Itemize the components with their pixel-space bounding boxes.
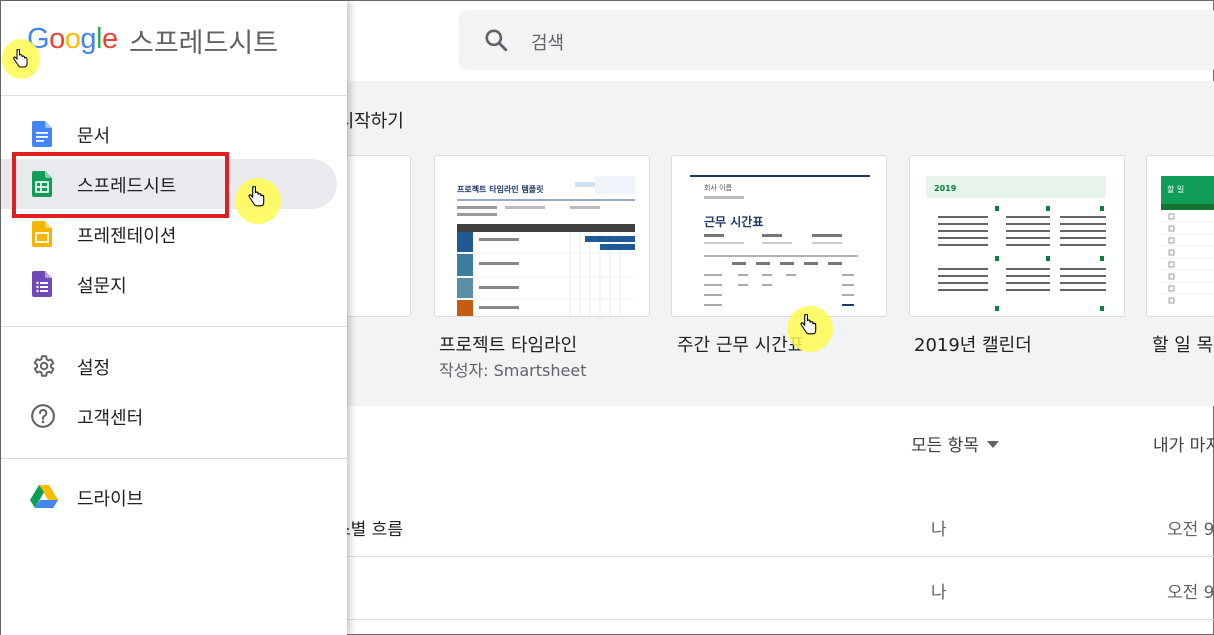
search-input[interactable]: 검색: [531, 29, 564, 55]
calendar-preview: 2019: [926, 176, 1106, 311]
app-drawer: Google 스프레드시트 문서 스프레드시트 프레젠테이션 설문지 설정 고객…: [1, 1, 347, 635]
drawer-item-forms[interactable]: 설문지: [1, 259, 337, 309]
template-card-todo[interactable]: 할 일: [1146, 155, 1214, 317]
search-icon: [485, 29, 508, 52]
hand-cursor-icon: [13, 49, 28, 68]
template-card-weekly-timesheet[interactable]: 회사 이름 근무 시간표: [671, 155, 887, 317]
search-bar[interactable]: 검색: [459, 10, 1214, 70]
cursor-highlight: [2, 39, 40, 79]
cursor-highlight: [235, 178, 281, 224]
drawer-item-label: 고객센터: [77, 408, 144, 429]
hand-cursor-icon: [800, 314, 817, 335]
template-card-project-timeline[interactable]: 프로젝트 타임라인 템플릿: [434, 155, 650, 317]
owner-filter-dropdown[interactable]: 모든 항목: [911, 431, 999, 456]
slides-icon: [32, 221, 52, 247]
drawer-item-label: 설정: [77, 358, 111, 379]
drive-icon: [30, 485, 58, 508]
docs-icon: [32, 121, 52, 147]
highlight-annotation: [12, 152, 229, 218]
drawer-item-help[interactable]: 고객센터: [1, 391, 337, 441]
forms-icon: [32, 271, 52, 297]
help-icon: [31, 404, 55, 428]
svg-text:회사 이름: 회사 이름: [704, 183, 733, 192]
caret-down-icon: [986, 441, 999, 448]
svg-text:2019: 2019: [934, 184, 957, 193]
svg-text:근무 시간표: 근무 시간표: [704, 214, 763, 229]
drawer-item-label: 드라이브: [77, 489, 144, 510]
template-author: 작성자: Smartsheet: [439, 361, 587, 380]
svg-text:프로젝트 타임라인 템플릿: 프로젝트 타임라인 템플릿: [457, 184, 544, 194]
drawer-item-label: 문서: [77, 126, 111, 147]
svg-text:할 일: 할 일: [1167, 184, 1184, 194]
hand-cursor-icon: [248, 186, 265, 207]
template-name: 할 일 목: [1152, 335, 1214, 356]
drawer-item-drive[interactable]: 드라이브: [1, 472, 337, 522]
template-name: 프로젝트 타임라인: [439, 335, 578, 356]
template-name: 주간 근무 시간표: [677, 335, 805, 356]
file-owner: 나: [931, 583, 947, 603]
product-name: 스프레드시트: [129, 28, 279, 59]
drawer-divider: [1, 458, 347, 459]
project-timeline-preview: 프로젝트 타임라인 템플릿: [457, 176, 635, 316]
cursor-highlight: [787, 306, 833, 352]
file-time: 오전 9: [1167, 583, 1214, 603]
drawer-header: Google 스프레드시트: [1, 1, 347, 96]
template-card-calendar-2019[interactable]: 2019: [909, 155, 1125, 317]
drawer-item-label: 프레젠테이션: [77, 226, 177, 247]
template-name: 2019년 캘린더: [914, 335, 1032, 356]
todo-preview: 할 일: [1161, 176, 1214, 304]
drawer-item-settings[interactable]: 설정: [1, 341, 337, 391]
sort-last-opened[interactable]: 내가 마지: [1153, 431, 1214, 456]
file-owner: 나: [931, 520, 947, 540]
weekly-timesheet-preview: 회사 이름 근무 시간표: [690, 175, 870, 306]
drawer-divider: [1, 326, 347, 327]
gear-icon: [33, 355, 55, 377]
file-time: 오전 9: [1167, 520, 1214, 540]
drawer-item-label: 설문지: [77, 276, 127, 297]
google-logo[interactable]: Google: [27, 23, 118, 56]
